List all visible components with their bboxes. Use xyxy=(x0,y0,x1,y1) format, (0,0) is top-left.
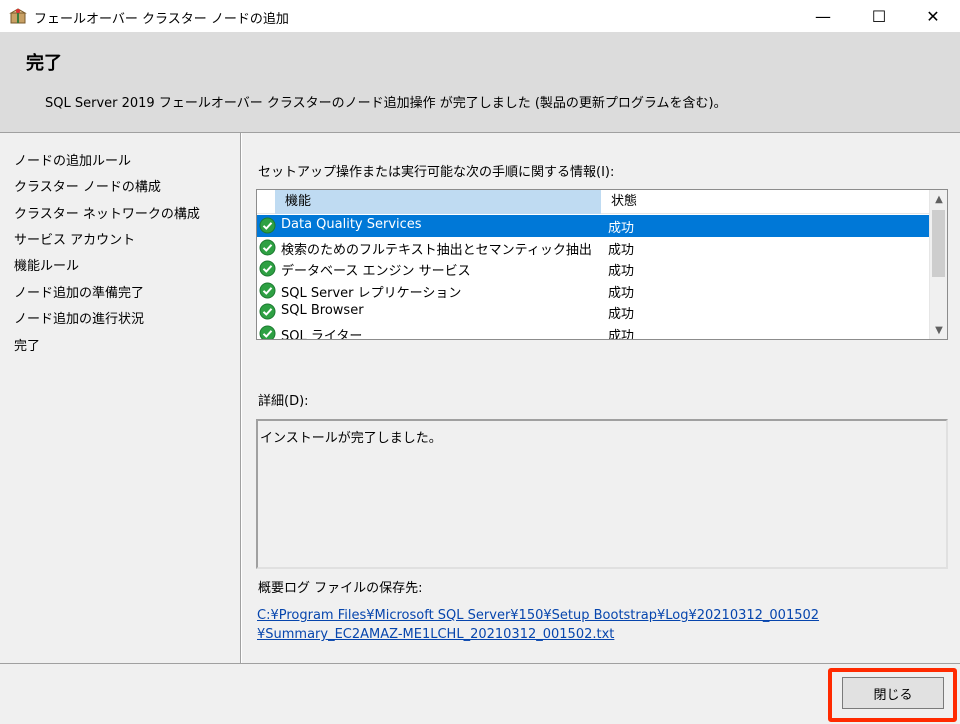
close-icon: ✕ xyxy=(926,6,940,26)
footer xyxy=(0,664,960,724)
grid-scrollbar[interactable]: ▲ ▼ xyxy=(929,190,947,339)
row-status: 成功 xyxy=(608,285,635,301)
success-check-icon xyxy=(259,260,276,277)
minimize-button[interactable]: — xyxy=(800,0,846,32)
sidebar-item-service-accounts[interactable]: サービス アカウント xyxy=(14,229,135,248)
success-check-icon xyxy=(259,217,276,234)
close-window-button[interactable]: ✕ xyxy=(910,0,956,32)
row-feature: Data Quality Services xyxy=(281,217,422,232)
window-title: フェールオーバー クラスター ノードの追加 xyxy=(34,12,289,27)
sidebar-item-add-node-progress[interactable]: ノード追加の進行状況 xyxy=(14,308,144,327)
summary-log-link-line1[interactable]: C:¥Program Files¥Microsoft SQL Server¥15… xyxy=(257,608,819,623)
row-feature: 検索のためのフルテキスト抽出とセマンティック抽出 xyxy=(281,242,592,258)
success-check-icon xyxy=(259,282,276,298)
wizard-steps-sidebar: ノードの追加ルール クラスター ノードの構成 クラスター ネットワークの構成 サ… xyxy=(0,133,241,663)
row-feature: SQL Server レプリケーション xyxy=(281,285,462,301)
table-row[interactable]: SQL ライター 成功 xyxy=(257,323,929,340)
title-bar: フェールオーバー クラスター ノードの追加 — ☐ ✕ xyxy=(0,0,960,32)
close-button[interactable]: 閉じる xyxy=(842,677,944,709)
details-label: 詳細(D): xyxy=(258,394,309,409)
sidebar-item-complete[interactable]: 完了 xyxy=(14,335,40,354)
grid-header: 機能 状態 xyxy=(257,190,929,214)
sidebar-item-cluster-node-config[interactable]: クラスター ノードの構成 xyxy=(14,176,161,195)
sidebar-item-cluster-network-config[interactable]: クラスター ネットワークの構成 xyxy=(14,203,200,222)
row-feature: SQL Browser xyxy=(281,303,364,318)
sidebar-item-add-node-rules[interactable]: ノードの追加ルール xyxy=(14,150,131,169)
page-title: 完了 xyxy=(26,53,62,74)
row-status: 成功 xyxy=(608,264,635,279)
info-label: セットアップ操作または実行可能な次の手順に関する情報(I): xyxy=(258,165,615,180)
table-row[interactable]: SQL Server レプリケーション 成功 xyxy=(257,280,929,302)
table-row[interactable]: Data Quality Services 成功 xyxy=(257,215,929,237)
row-status: 成功 xyxy=(608,328,635,340)
page-subtitle: SQL Server 2019 フェールオーバー クラスターのノード追加操作 が… xyxy=(45,96,727,111)
details-text: インストールが完了しました。 xyxy=(260,431,442,446)
column-header-feature[interactable]: 機能 xyxy=(275,190,601,214)
sidebar-item-feature-rules[interactable]: 機能ルール xyxy=(14,255,79,274)
scroll-down-arrow-icon[interactable]: ▼ xyxy=(930,321,947,339)
scroll-up-arrow-icon[interactable]: ▲ xyxy=(930,190,947,208)
sidebar-item-ready-to-add-node[interactable]: ノード追加の準備完了 xyxy=(14,282,144,301)
row-status: 成功 xyxy=(608,242,635,258)
table-row[interactable]: 検索のためのフルテキスト抽出とセマンティック抽出 成功 xyxy=(257,237,929,259)
details-textbox[interactable]: インストールが完了しました。 xyxy=(256,419,948,569)
feature-status-grid[interactable]: 機能 状態 Data Quality Services 成功 検索のためのフルテ… xyxy=(256,189,948,340)
success-check-icon xyxy=(259,325,276,339)
table-row[interactable]: データベース エンジン サービス 成功 xyxy=(257,258,929,280)
table-row[interactable]: SQL Browser 成功 xyxy=(257,301,929,323)
scrollbar-thumb[interactable] xyxy=(932,210,945,277)
row-feature: SQL ライター xyxy=(281,328,363,340)
main-content: セットアップ操作または実行可能な次の手順に関する情報(I): 機能 状態 Dat… xyxy=(242,133,960,663)
row-status: 成功 xyxy=(608,307,635,322)
setup-box-icon xyxy=(9,8,27,24)
maximize-button[interactable]: ☐ xyxy=(856,0,902,32)
summary-log-link-line2[interactable]: ¥Summary_EC2AMAZ-ME1LCHL_20210312_001502… xyxy=(257,627,614,642)
row-feature: データベース エンジン サービス xyxy=(281,264,471,279)
maximize-icon: ☐ xyxy=(871,6,887,26)
column-header-status[interactable]: 状態 xyxy=(603,190,637,214)
row-status: 成功 xyxy=(608,221,635,236)
minimize-icon: — xyxy=(815,6,831,26)
page-header: 完了 SQL Server 2019 フェールオーバー クラスターのノード追加操… xyxy=(0,32,960,132)
success-check-icon xyxy=(259,239,276,255)
log-location-label: 概要ログ ファイルの保存先: xyxy=(258,581,423,596)
success-check-icon xyxy=(259,303,276,320)
